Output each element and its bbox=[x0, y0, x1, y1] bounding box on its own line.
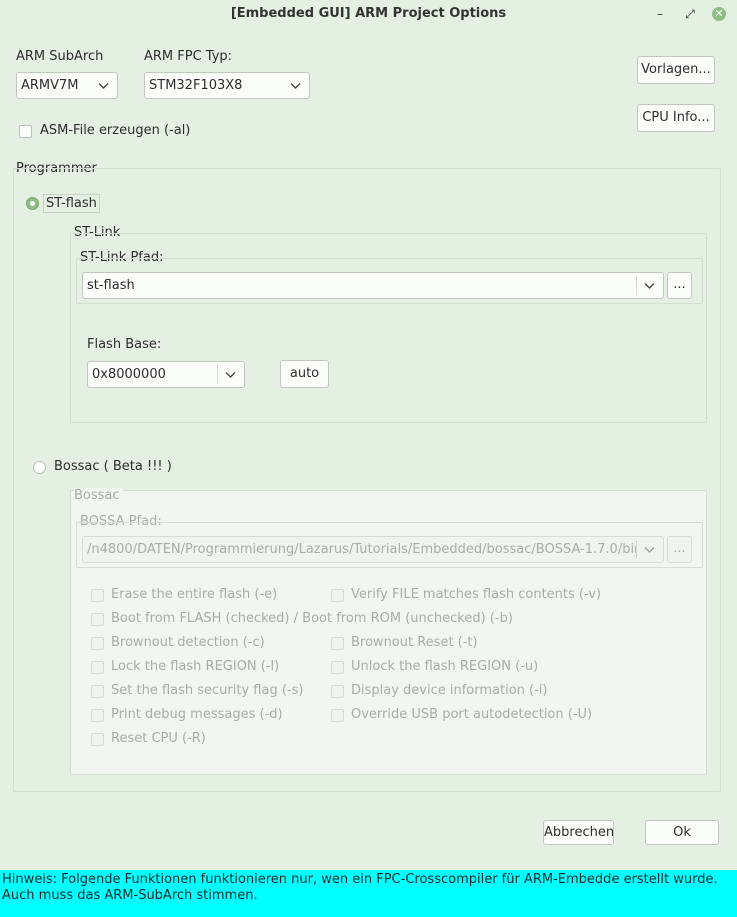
chevron-down-icon bbox=[222, 362, 240, 387]
bossac-path-value: /n4800/DATEN/Programmierung/Lazarus/Tuto… bbox=[87, 542, 637, 557]
bossac-erase-checkbox[interactable] bbox=[91, 589, 104, 602]
bossac-verify-checkbox[interactable] bbox=[331, 589, 344, 602]
cpu-info-button[interactable]: CPU Info... bbox=[637, 104, 715, 132]
fpc-type-select[interactable]: STM32F103X8 bbox=[144, 72, 310, 99]
vorlagen-button[interactable]: Vorlagen... bbox=[637, 56, 715, 84]
bossac-brownout-reset-label: Brownout Reset (-t) bbox=[351, 635, 478, 650]
auto-button[interactable]: auto bbox=[280, 360, 329, 388]
fpc-type-label: ARM FPC Typ: bbox=[144, 49, 233, 64]
combo-separator bbox=[217, 365, 218, 384]
bossac-reset-label: Reset CPU (-R) bbox=[111, 731, 206, 746]
bossac-usb-override-label: Override USB port autodetection (-U) bbox=[351, 707, 593, 722]
close-button[interactable]: ✕ bbox=[709, 4, 729, 24]
bossac-boot-label: Boot from FLASH (checked) / Boot from RO… bbox=[111, 611, 513, 626]
maximize-button[interactable]: ⤢ bbox=[680, 4, 700, 24]
bossac-lock-label: Lock the flash REGION (-l) bbox=[111, 659, 280, 674]
flash-base-value: 0x8000000 bbox=[92, 367, 166, 382]
bossac-debug-checkbox[interactable] bbox=[91, 709, 104, 722]
window-titlebar: [Embedded GUI] ARM Project Options bbox=[0, 0, 737, 28]
maximize-icon: ⤢ bbox=[685, 7, 695, 21]
bossac-lock-checkbox[interactable] bbox=[91, 661, 104, 674]
bossac-brownout-detection-label: Brownout detection (-c) bbox=[111, 635, 265, 650]
window-title: [Embedded GUI] ARM Project Options bbox=[230, 6, 507, 21]
bossac-browse-button[interactable]: ... bbox=[667, 536, 692, 563]
bossac-unlock-label: Unlock the flash REGION (-u) bbox=[351, 659, 539, 674]
bossac-info-checkbox[interactable] bbox=[331, 685, 344, 698]
bossac-security-checkbox[interactable] bbox=[91, 685, 104, 698]
hint-text: Hinweis: Folgende Funktionen funktionier… bbox=[2, 872, 718, 903]
combo-separator bbox=[636, 276, 637, 295]
fpc-type-value: STM32F103X8 bbox=[149, 78, 243, 93]
bossac-reset-checkbox[interactable] bbox=[91, 733, 104, 746]
asm-file-checkbox[interactable] bbox=[19, 125, 32, 138]
chevron-down-icon bbox=[641, 273, 659, 298]
bossac-info-label: Display device information (-i) bbox=[351, 683, 548, 698]
bossac-unlock-checkbox[interactable] bbox=[331, 661, 344, 674]
chevron-down-icon bbox=[287, 73, 305, 98]
bossac-verify-label: Verify FILE matches flash contents (-v) bbox=[351, 587, 602, 602]
combo-separator bbox=[636, 540, 637, 559]
stflash-radio-label[interactable]: ST-flash bbox=[43, 194, 100, 213]
chevron-down-icon bbox=[95, 73, 113, 98]
ok-button[interactable]: Ok bbox=[645, 820, 719, 845]
bossac-debug-label: Print debug messages (-d) bbox=[111, 707, 283, 722]
subarch-value: ARMV7M bbox=[21, 78, 79, 93]
subarch-select[interactable]: ARMV7M bbox=[16, 72, 118, 99]
bossac-brownout-detection-checkbox[interactable] bbox=[91, 637, 104, 650]
stlink-browse-button[interactable]: ... bbox=[667, 272, 692, 299]
bossac-erase-label: Erase the entire flash (-e) bbox=[111, 587, 278, 602]
asm-file-label: ASM-File erzeugen (-al) bbox=[40, 123, 191, 138]
bossac-group-label: Bossac bbox=[74, 488, 123, 503]
stlink-path-value: st-flash bbox=[87, 278, 135, 293]
bossac-boot-checkbox[interactable] bbox=[91, 613, 104, 626]
flash-base-label: Flash Base: bbox=[87, 337, 162, 352]
stlink-path-select[interactable]: st-flash bbox=[82, 272, 664, 299]
stflash-radio[interactable] bbox=[26, 197, 39, 210]
bossac-brownout-reset-checkbox[interactable] bbox=[331, 637, 344, 650]
close-icon: ✕ bbox=[712, 7, 726, 21]
bossac-path-select[interactable]: /n4800/DATEN/Programmierung/Lazarus/Tuto… bbox=[82, 536, 664, 563]
minimize-button[interactable]: – bbox=[650, 4, 670, 24]
bossac-security-label: Set the flash security flag (-s) bbox=[111, 683, 304, 698]
bossac-radio[interactable] bbox=[33, 461, 46, 474]
bossac-usb-override-checkbox[interactable] bbox=[331, 709, 344, 722]
abbrechen-button[interactable]: Abbrechen bbox=[543, 820, 614, 845]
minimize-icon: – bbox=[657, 7, 663, 21]
chevron-down-icon bbox=[641, 537, 659, 562]
subarch-label: ARM SubArch bbox=[16, 49, 104, 64]
flash-base-select[interactable]: 0x8000000 bbox=[87, 361, 245, 388]
hint-bar: Hinweis: Folgende Funktionen funktionier… bbox=[0, 870, 737, 917]
bossac-radio-label: Bossac ( Beta !!! ) bbox=[54, 459, 172, 474]
